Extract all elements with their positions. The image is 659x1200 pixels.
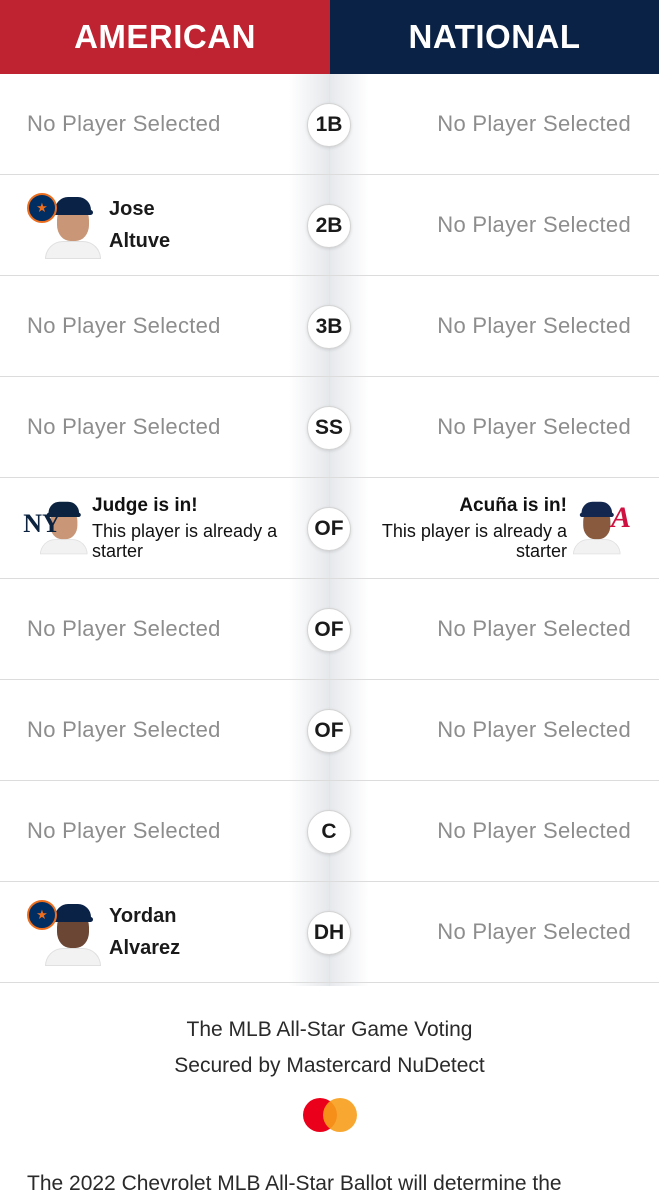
national-slot[interactable]: No Player Selected — [359, 377, 659, 477]
player-first-name: Jose — [109, 198, 155, 220]
ballot-row-ss: No Player Selected SS No Player Selected — [0, 377, 659, 478]
ballot-row-of: No Player Selected OF No Player Selected — [0, 579, 659, 680]
empty-slot-label: No Player Selected — [27, 616, 221, 641]
mastercard-logo-icon — [302, 1098, 357, 1132]
player-avatar: ★ — [27, 896, 111, 968]
player-last-name: Altuve — [109, 230, 171, 252]
american-slot[interactable]: No Player Selected — [0, 680, 300, 780]
american-slot[interactable]: No Player Selected — [0, 377, 300, 477]
braves-logo-icon: A — [610, 501, 631, 534]
ballot-row-1b: No Player Selected 1B No Player Selected — [0, 74, 659, 175]
player-avatar: ★ — [27, 189, 111, 261]
astros-logo-icon: ★ — [27, 193, 57, 223]
position-badge: DH — [307, 911, 351, 955]
starter-title: Judge is in! — [92, 494, 198, 516]
empty-slot-label: No Player Selected — [437, 111, 631, 136]
american-slot[interactable]: No Player Selected — [0, 276, 300, 376]
empty-slot-label: No Player Selected — [437, 919, 631, 944]
empty-slot-label: No Player Selected — [27, 717, 221, 742]
national-league-tab[interactable]: NATIONAL — [330, 0, 659, 74]
american-slot[interactable]: ★ Jose Altuve — [0, 175, 300, 275]
league-header: AMERICAN NATIONAL — [0, 0, 659, 74]
astros-logo-icon: ★ — [27, 900, 57, 930]
position-badge: 2B — [307, 204, 351, 248]
starter-notice: Acuña is in! This player is already a st… — [357, 494, 633, 561]
position-badge: 3B — [307, 305, 351, 349]
ballot-row-c: No Player Selected C No Player Selected — [0, 781, 659, 882]
national-slot[interactable]: No Player Selected — [359, 579, 659, 679]
player-last-name: Alvarez — [109, 937, 181, 959]
ballot-row-dh: ★ Yordan Alvarez DH No Player Selected — [0, 882, 659, 983]
american-slot[interactable]: NY Judge is in! This player is already a… — [0, 478, 300, 578]
starter-message: This player is already a starter — [92, 520, 278, 561]
secured-line-1: The MLB All-Star Game Voting — [186, 1018, 473, 1041]
national-slot[interactable]: No Player Selected — [359, 175, 659, 275]
american-slot[interactable]: No Player Selected — [0, 74, 300, 174]
player-first-name: Yordan — [109, 905, 177, 927]
empty-slot-label: No Player Selected — [437, 818, 631, 843]
empty-slot-label: No Player Selected — [437, 616, 631, 641]
national-slot[interactable]: Acuña is in! This player is already a st… — [359, 478, 659, 578]
ballot-grid: No Player Selected 1B No Player Selected… — [0, 74, 659, 986]
american-slot[interactable]: No Player Selected — [0, 781, 300, 881]
secured-line-2: Secured by Mastercard NuDetect — [174, 1054, 485, 1077]
american-league-tab[interactable]: AMERICAN — [0, 0, 330, 74]
national-slot[interactable]: No Player Selected — [359, 74, 659, 174]
empty-slot-label: No Player Selected — [437, 717, 631, 742]
player-avatar: NY — [23, 496, 88, 560]
position-badge: OF — [307, 709, 351, 753]
empty-slot-label: No Player Selected — [437, 414, 631, 439]
position-badge: OF — [307, 507, 351, 551]
position-badge: OF — [307, 608, 351, 652]
national-slot[interactable]: No Player Selected — [359, 781, 659, 881]
empty-slot-label: No Player Selected — [27, 414, 221, 439]
position-badge: SS — [307, 406, 351, 450]
empty-slot-label: No Player Selected — [27, 313, 221, 338]
ballot-row-3b: No Player Selected 3B No Player Selected — [0, 276, 659, 377]
player-avatar: A — [573, 496, 633, 560]
national-slot[interactable]: No Player Selected — [359, 276, 659, 376]
position-badge: C — [307, 810, 351, 854]
selected-player[interactable]: ★ Jose Altuve — [27, 189, 170, 261]
yankees-logo-icon: NY — [23, 509, 61, 538]
ballot-footer: The MLB All-Star Game Voting Secured by … — [0, 1000, 659, 1132]
national-slot[interactable]: No Player Selected — [359, 882, 659, 982]
position-badge: 1B — [307, 103, 351, 147]
ballot-row-2b: ★ Jose Altuve 2B No Player Selected — [0, 175, 659, 276]
starter-message: This player is already a starter — [381, 520, 567, 561]
national-slot[interactable]: No Player Selected — [359, 680, 659, 780]
ballot-row-of: No Player Selected OF No Player Selected — [0, 680, 659, 781]
empty-slot-label: No Player Selected — [437, 313, 631, 338]
starter-notice: NY Judge is in! This player is already a… — [23, 494, 302, 561]
selected-player[interactable]: ★ Yordan Alvarez — [27, 896, 180, 968]
empty-slot-label: No Player Selected — [27, 818, 221, 843]
ballot-disclaimer: The 2022 Chevrolet MLB All-Star Ballot w… — [27, 1172, 562, 1195]
starter-title: Acuña is in! — [459, 494, 567, 516]
empty-slot-label: No Player Selected — [437, 212, 631, 237]
ballot-row-of: NY Judge is in! This player is already a… — [0, 478, 659, 579]
american-slot[interactable]: ★ Yordan Alvarez — [0, 882, 300, 982]
american-slot[interactable]: No Player Selected — [0, 579, 300, 679]
empty-slot-label: No Player Selected — [27, 111, 221, 136]
